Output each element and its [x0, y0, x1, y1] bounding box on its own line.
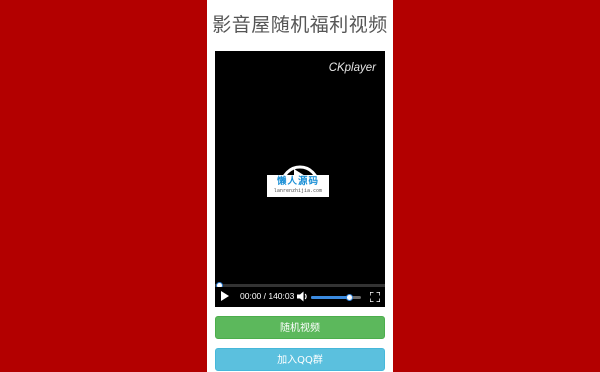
watermark: 懒人源码 lanrenzhijia.com	[267, 175, 329, 197]
control-bar: 00:00 / 140:03	[215, 287, 385, 307]
player-brand-logo: CKplayer	[328, 62, 376, 74]
volume-slider[interactable]	[311, 296, 361, 299]
page-title: 影音屋随机福利视频	[212, 14, 388, 36]
volume-level	[311, 296, 349, 299]
random-video-button[interactable]: 随机视频	[215, 316, 385, 339]
watermark-main: 懒人源码	[276, 176, 319, 187]
volume-icon[interactable]	[297, 291, 309, 302]
join-qq-group-button[interactable]: 加入QQ群	[215, 348, 385, 371]
video-player[interactable]: CKplayer 懒人源码 lanrenzhijia.com 00:00 / 1…	[215, 51, 385, 307]
volume-handle[interactable]	[346, 294, 353, 301]
time-display: 00:00 / 140:03	[240, 291, 295, 301]
fullscreen-icon[interactable]	[370, 292, 380, 302]
play-icon[interactable]	[221, 291, 229, 301]
watermark-sub: lanrenzhijia.com	[273, 188, 323, 194]
content-panel: 影音屋随机福利视频 CKplayer 懒人源码 lanrenzhijia.com…	[207, 0, 393, 372]
